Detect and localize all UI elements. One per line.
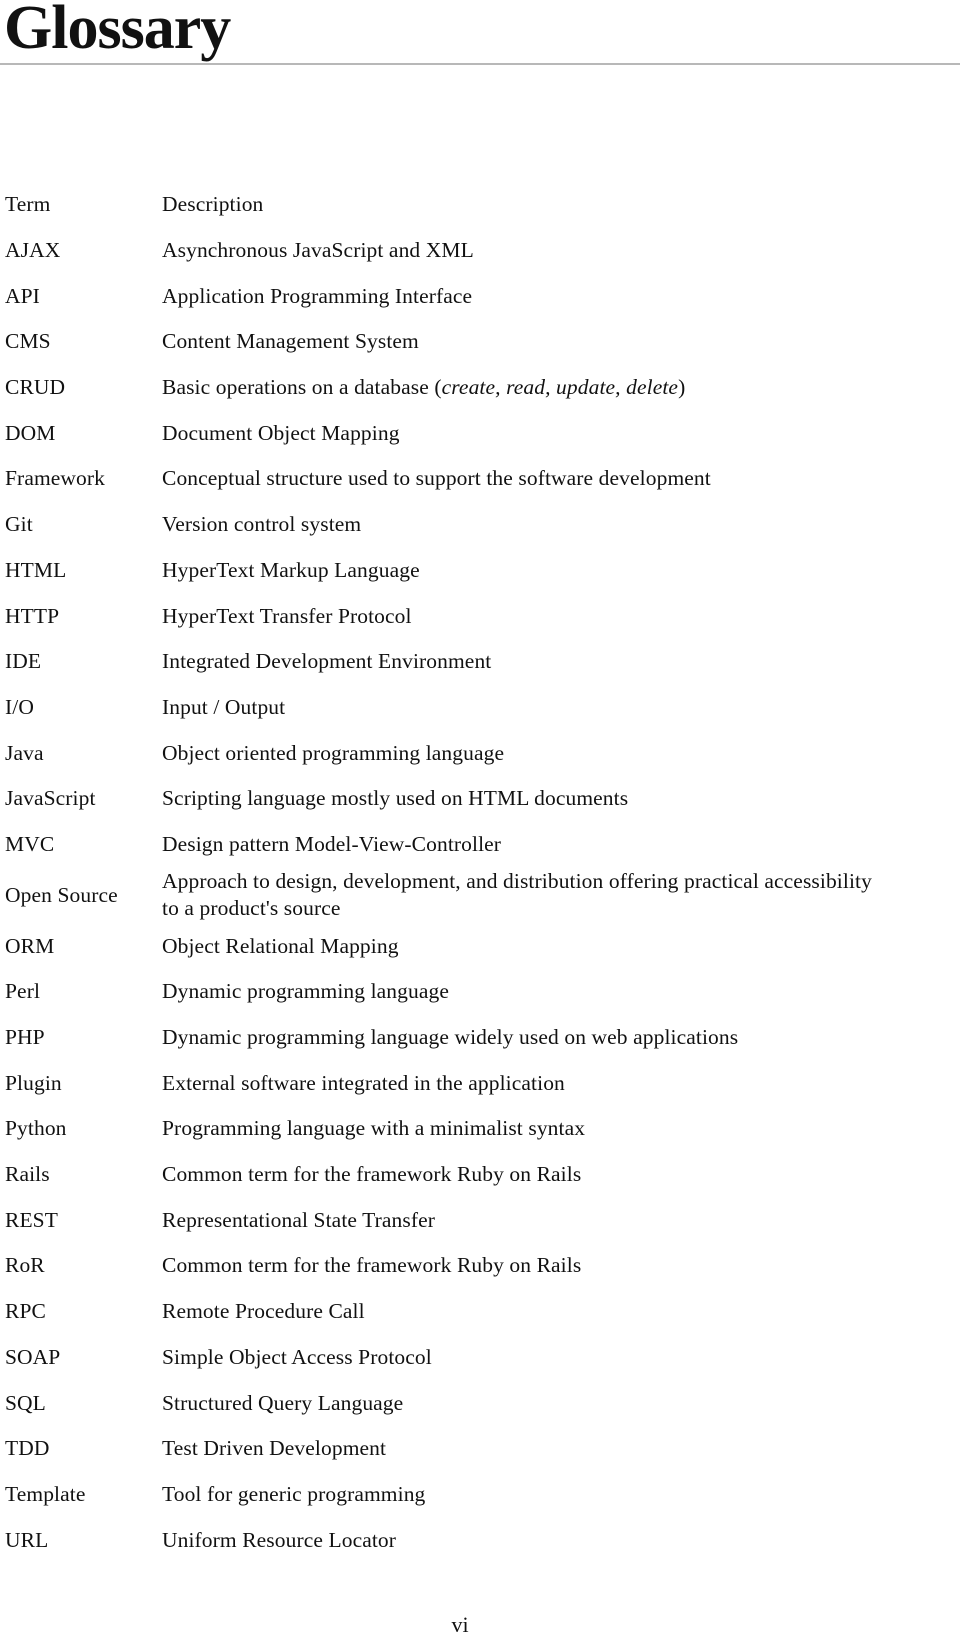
glossary-description: HyperText Markup Language: [162, 557, 420, 582]
glossary-description: Test Driven Development: [162, 1436, 387, 1461]
glossary-description: Scripting language mostly used on HTML d…: [162, 786, 629, 811]
glossary-description: Dynamic programming language widely used…: [162, 1025, 739, 1050]
table-row: RoR Common term for the framework Ruby on…: [5, 1243, 882, 1289]
page-title: Glossary: [4, 0, 231, 62]
table-row: API Application Programming Interface: [5, 273, 882, 319]
glossary-table: Term Description AJAX Asynchronous JavaSc…: [5, 182, 882, 1563]
glossary-term: SOAP: [5, 1344, 61, 1369]
glossary-term: ORM: [5, 933, 55, 958]
table-row: TDD Test Driven Development: [5, 1426, 882, 1472]
glossary-term: HTTP: [5, 603, 60, 628]
glossary-term: Java: [5, 740, 44, 765]
description-text: Basic operations on a database (: [162, 375, 442, 400]
table-row: Plugin External software integrated in th…: [5, 1060, 882, 1106]
glossary-term: RoR: [5, 1253, 45, 1278]
glossary-table-body: Term Description AJAX Asynchronous JavaSc…: [5, 182, 882, 1563]
glossary-description: Remote Procedure Call: [162, 1299, 365, 1324]
glossary-term: CRUD: [5, 375, 66, 400]
table-row: Git Version control system: [5, 502, 882, 548]
table-row: JavaScript Scripting language mostly used…: [5, 776, 882, 822]
table-row: Framework Conceptual structure used to su…: [5, 456, 882, 502]
table-row: Python Programming language with a minima…: [5, 1106, 882, 1152]
table-row: HTML HyperText Markup Language: [5, 548, 882, 594]
description-italic-text: create, read, update, delete: [441, 375, 679, 400]
glossary-description: Programming language with a minimalist s…: [162, 1116, 586, 1141]
header-term: Term: [5, 192, 51, 217]
glossary-description: Content Management System: [162, 329, 419, 354]
table-row: URL Uniform Resource Locator: [5, 1517, 882, 1563]
table-row: Rails Common term for the framework Ruby …: [5, 1152, 882, 1198]
table-row: MVC Design pattern Model-View-Controller: [5, 822, 882, 868]
glossary-term: I/O: [5, 694, 34, 719]
table-row: AJAX Asynchronous JavaScript and XML: [5, 228, 882, 274]
glossary-description: Simple Object Access Protocol: [162, 1344, 432, 1369]
table-row: SQL Structured Query Language: [5, 1380, 882, 1426]
table-header-row: Term Description: [5, 182, 882, 228]
glossary-term: CMS: [5, 329, 51, 354]
glossary-description: Basic operations on a database (create, …: [162, 365, 882, 411]
table-row: I/O Input / Output: [5, 685, 882, 731]
glossary-term: TDD: [5, 1436, 50, 1461]
table-row: ORM Object Relational Mapping: [5, 923, 882, 969]
glossary-description: Document Object Mapping: [162, 420, 400, 445]
glossary-term: URL: [5, 1527, 49, 1552]
glossary-term: AJAX: [5, 238, 61, 263]
glossary-term: Git: [5, 512, 33, 537]
glossary-term: RPC: [5, 1299, 46, 1324]
table-row: IDE Integrated Development Environment: [5, 639, 882, 685]
table-row: REST Representational State Transfer: [5, 1197, 882, 1243]
glossary-term: Open Source: [5, 882, 118, 907]
table-row: Perl Dynamic programming language: [5, 969, 882, 1015]
table-row: PHP Dynamic programming language widely u…: [5, 1015, 882, 1061]
glossary-term: REST: [5, 1207, 58, 1232]
glossary-term: Template: [5, 1481, 86, 1506]
glossary-description: Tool for generic programming: [162, 1481, 426, 1506]
glossary-description: Uniform Resource Locator: [162, 1527, 397, 1552]
glossary-description: Structured Query Language: [162, 1390, 404, 1415]
glossary-term: Perl: [5, 979, 41, 1004]
table-row: RPC Remote Procedure Call: [5, 1289, 882, 1335]
glossary-description: Common term for the framework Ruby on Ra…: [162, 1162, 582, 1187]
glossary-description: HyperText Transfer Protocol: [162, 603, 412, 628]
glossary-term: Rails: [5, 1162, 50, 1187]
glossary-description: Asynchronous JavaScript and XML: [162, 238, 474, 263]
header-description: Description: [162, 192, 264, 217]
glossary-description: Representational State Transfer: [162, 1207, 435, 1232]
page-number: vi: [451, 1612, 469, 1637]
glossary-term: HTML: [5, 557, 67, 582]
table-row: CMS Content Management System: [5, 319, 882, 365]
glossary-term: SQL: [5, 1390, 46, 1415]
glossary-description: Object Relational Mapping: [162, 933, 399, 958]
glossary-description: Dynamic programming language: [162, 979, 449, 1004]
glossary-term: Plugin: [5, 1070, 62, 1095]
glossary-description: Conceptual structure used to support the…: [162, 466, 711, 491]
table-row: DOM Document Object Mapping: [5, 410, 882, 456]
description-text-end: ): [678, 375, 686, 400]
glossary-term: IDE: [5, 649, 42, 674]
table-row: Java Object oriented programming language: [5, 730, 882, 776]
table-row: Template Tool for generic programming: [5, 1472, 882, 1518]
glossary-description: Input / Output: [162, 694, 286, 719]
glossary-term: PHP: [5, 1025, 45, 1050]
glossary-description: Version control system: [162, 512, 362, 537]
glossary-term: Framework: [5, 466, 106, 491]
glossary-term: API: [5, 283, 40, 308]
glossary-description: Approach to design, development, and dis…: [162, 869, 872, 921]
glossary-term: Python: [5, 1116, 67, 1141]
glossary-description: Object oriented programming language: [162, 740, 505, 765]
glossary-description: External software integrated in the appl…: [162, 1070, 565, 1095]
table-row: Open Source Approach to design, developme…: [5, 867, 882, 923]
glossary-description: Common term for the framework Ruby on Ra…: [162, 1253, 582, 1278]
glossary-description: Application Programming Interface: [162, 283, 473, 308]
glossary-term: JavaScript: [5, 786, 96, 811]
glossary-term: MVC: [5, 831, 55, 856]
glossary-description: Design pattern Model-View-Controller: [162, 831, 502, 856]
glossary-term: DOM: [5, 420, 56, 445]
title-divider: [0, 63, 960, 65]
glossary-description: Integrated Development Environment: [162, 649, 492, 674]
table-row: CRUD Basic operations on a database (crea…: [5, 365, 882, 411]
table-row: HTTP HyperText Transfer Protocol: [5, 593, 882, 639]
table-row: SOAP Simple Object Access Protocol: [5, 1335, 882, 1381]
